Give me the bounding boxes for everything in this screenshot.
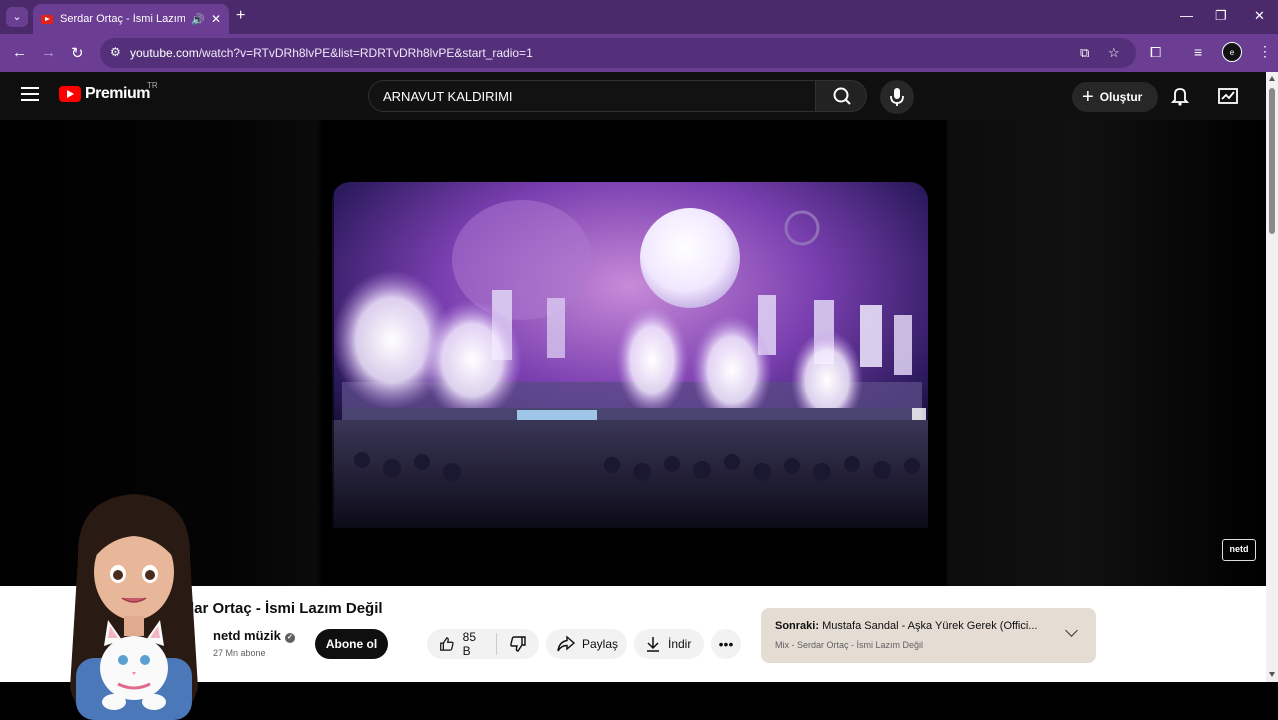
download-button[interactable]: İndir	[634, 629, 704, 659]
new-tab-icon[interactable]: +	[236, 8, 245, 24]
like-count: 85 B	[462, 630, 476, 658]
create-button[interactable]: + Oluştur	[1072, 82, 1158, 112]
close-window-icon[interactable]: ✕	[1254, 8, 1265, 24]
browser-tab[interactable]: Serdar Ortaç - İsmi Lazım D 🔊 ✕	[33, 4, 229, 34]
install-app-icon[interactable]: ⧉	[1080, 45, 1089, 61]
youtube-logo[interactable]: Premium TR	[59, 81, 158, 103]
voice-search-button[interactable]	[880, 80, 914, 114]
microphone-icon	[890, 88, 904, 106]
account-avatar-icon[interactable]	[1218, 87, 1238, 105]
up-next-prefix: Sonraki:	[775, 620, 820, 632]
share-button[interactable]: Paylaş	[546, 629, 627, 659]
video-player[interactable]	[322, 120, 946, 586]
extensions-icon[interactable]: ⧠	[1150, 44, 1161, 61]
channel-name-text: netd müzik	[213, 628, 281, 643]
close-tab-icon[interactable]: ✕	[211, 12, 221, 26]
share-icon	[557, 635, 576, 652]
profile-avatar[interactable]: e	[1222, 42, 1242, 62]
chevron-down-icon[interactable]	[1065, 624, 1078, 637]
create-label: Oluştur	[1099, 90, 1143, 104]
like-button[interactable]: 85 B	[427, 629, 496, 659]
notifications-bell-icon[interactable]	[1170, 86, 1190, 106]
country-code: TR	[147, 81, 158, 90]
page-scrollbar[interactable]	[1266, 72, 1278, 682]
tab-title: Serdar Ortaç - İsmi Lazım D	[60, 13, 186, 25]
browser-toolbar: ← → ↻ ⚙ youtube.com/watch?v=RTvDRh8lvPE&…	[0, 34, 1278, 72]
share-label: Paylaş	[582, 637, 619, 651]
download-icon	[647, 637, 659, 652]
concert-video-frame	[322, 120, 946, 586]
url-host: youtube.com	[130, 46, 199, 60]
site-info-icon[interactable]: ⚙	[110, 45, 121, 59]
bookmark-star-icon[interactable]: ☆	[1108, 45, 1120, 61]
search-input[interactable]: ARNAVUT KALDIRIMI	[368, 80, 816, 112]
thumbs-up-icon	[440, 637, 454, 651]
logo-text: Premium	[85, 85, 150, 102]
up-next-playlist: Mix - Serdar Ortaç - İsmi Lazım Değil	[775, 640, 924, 650]
cartoon-avatar-sticker	[70, 494, 198, 720]
subscribe-button[interactable]: Abone ol	[315, 629, 388, 659]
like-dislike-group: 85 B	[427, 629, 539, 659]
verified-icon: ✓	[284, 633, 295, 643]
dislike-button[interactable]	[497, 629, 539, 659]
restore-icon[interactable]: ❐	[1215, 8, 1227, 24]
forward-icon[interactable]: →	[41, 44, 56, 61]
scrollbar-thumb[interactable]	[1269, 88, 1275, 234]
chevron-down-icon[interactable]: ⌄	[6, 7, 28, 27]
speaker-icon[interactable]: 🔊	[191, 13, 205, 26]
channel-watermark[interactable]: netd	[1222, 539, 1256, 561]
browser-menu-icon[interactable]: ⋮	[1258, 43, 1272, 60]
youtube-header: Premium TR ARNAVUT KALDIRIMI + Oluştur	[0, 72, 1266, 120]
more-dots-icon: •••	[718, 636, 734, 652]
search-button[interactable]	[815, 80, 867, 112]
up-next-card[interactable]: Sonraki: Mustafa Sandal - Aşka Yürek Ger…	[761, 608, 1096, 663]
reload-icon[interactable]: ↻	[71, 44, 84, 62]
youtube-play-icon	[59, 86, 81, 102]
more-actions-button[interactable]: •••	[711, 629, 741, 659]
channel-name[interactable]: netd müzik ✓	[213, 628, 295, 643]
url-path: /watch?v=RTvDRh8lvPE&list=RDRTvDRh8lvPE&…	[198, 46, 533, 60]
up-next-title: Mustafa Sandal - Aşka Yürek Gerek (Offic…	[822, 620, 1038, 632]
subscriber-count: 27 Mn abone	[213, 648, 266, 658]
thumbs-down-icon	[510, 636, 526, 652]
back-icon[interactable]: ←	[12, 44, 27, 61]
browser-tab-strip: ⌄ Serdar Ortaç - İsmi Lazım D 🔊 ✕ + — ❐ …	[0, 0, 1278, 34]
menu-icon[interactable]	[21, 87, 39, 101]
media-controls-icon[interactable]: ≡	[1194, 44, 1202, 60]
address-bar[interactable]: ⚙ youtube.com/watch?v=RTvDRh8lvPE&list=R…	[100, 38, 1136, 68]
minimize-icon[interactable]: —	[1180, 8, 1193, 23]
plus-icon: +	[1082, 86, 1094, 108]
scroll-down-icon[interactable]	[1269, 672, 1275, 677]
search-icon	[833, 87, 851, 105]
download-label: İndir	[668, 637, 692, 651]
youtube-favicon-icon	[41, 14, 53, 24]
scroll-up-icon[interactable]	[1269, 76, 1275, 81]
